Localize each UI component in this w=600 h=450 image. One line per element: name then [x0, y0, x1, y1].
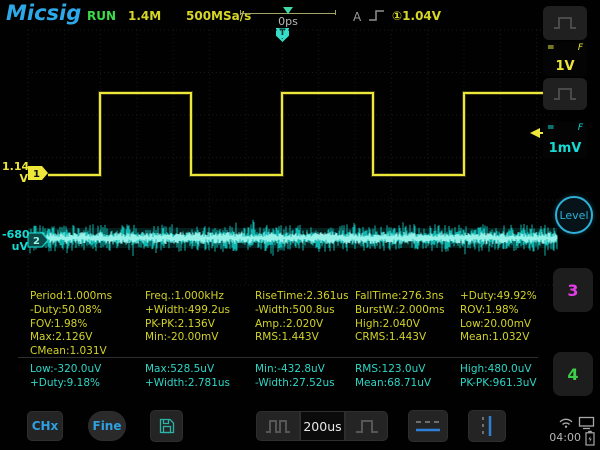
ch1-offset-label: 1.14 V: [2, 161, 28, 185]
oscilloscope-screen: Micsig RUN 1.4M 500MSa/s 0ps T A ①1.04V …: [0, 0, 600, 450]
meas-item: Max:528.5uV: [145, 363, 255, 377]
meas-item: PK-PK:961.3uV: [460, 377, 545, 391]
battery-icon: [585, 430, 595, 446]
channel-4-button[interactable]: 4: [553, 352, 593, 396]
save-button[interactable]: [150, 410, 183, 442]
run-status[interactable]: RUN: [87, 9, 116, 23]
ch1-measurements: Period:1.000ms -Duty:50.08% FOV:1.98% Ma…: [0, 290, 545, 359]
meas-col: Freq.:1.000kHz +Width:499.2us PK-PK:2.13…: [145, 290, 255, 359]
meas-item: -Duty:50.08%: [30, 304, 145, 318]
clock: 04:00: [549, 431, 581, 444]
meas-item: RMS:1.443V: [255, 331, 355, 345]
meas-item: High:2.040V: [355, 318, 460, 332]
meas-col: Period:1.000ms -Duty:50.08% FOV:1.98% Ma…: [30, 290, 145, 359]
ch1-scale-button[interactable]: = F 1V: [543, 42, 587, 76]
timebase-zoom-out-button[interactable]: [256, 411, 300, 441]
meas-item: BurstW.:2.000ms: [355, 304, 460, 318]
chx-button[interactable]: CHx: [27, 411, 63, 441]
meas-item: Freq.:1.000kHz: [145, 290, 255, 304]
meas-item: Low:-320.0uV: [30, 363, 145, 377]
status-cluster: 04:00: [505, 415, 595, 445]
meas-item: +Duty:49.92%: [460, 290, 545, 304]
svg-text:1: 1: [33, 169, 40, 180]
meas-item: PK-PK:2.136V: [145, 318, 255, 332]
meas-col: FallTime:276.3ns BurstW.:2.000ms High:2.…: [355, 290, 460, 359]
timebase-value-button[interactable]: 200us: [300, 411, 345, 441]
meas-item: -Width:500.8us: [255, 304, 355, 318]
trigger-level-button[interactable]: Level: [555, 196, 593, 234]
meas-item: Min:-432.8uV: [255, 363, 355, 377]
meas-col: RiseTime:2.361us -Width:500.8us Amp.:2.0…: [255, 290, 355, 359]
ch2-wave-type-button[interactable]: [543, 78, 587, 110]
status-row-top: [505, 415, 595, 430]
save-icon: [158, 417, 176, 435]
meas-item: Mean:68.71uV: [355, 377, 460, 391]
wifi-icon: [558, 417, 574, 428]
meas-item: Min:-20.00mV: [145, 331, 255, 345]
meas-col: +Duty:49.92% ROV:1.98% Low:20.00mV Mean:…: [460, 290, 545, 359]
ch2-scale-button[interactable]: = F 1mV: [543, 122, 587, 158]
fine-adjust-button[interactable]: Fine: [88, 411, 126, 441]
status-row-bottom: 04:00: [505, 430, 595, 445]
rising-edge-icon: [368, 8, 386, 22]
single-pulse-icon: [354, 414, 380, 438]
meas-item: ROV:1.98%: [460, 304, 545, 318]
ch2-measurements: Low:-320.0uV +Duty:9.18% Max:528.5uV +Wi…: [0, 363, 545, 391]
meas-item: High:480.0uV: [460, 363, 545, 377]
meas-item: Max:2.126V: [30, 331, 145, 345]
screen-cast-icon: [578, 416, 595, 430]
ch1-offset-unit: V: [2, 173, 28, 185]
meas-item: +Duty:9.18%: [30, 377, 145, 391]
meas-col: High:480.0uV PK-PK:961.3uV: [460, 363, 545, 391]
ch2-coupling-mark: =: [547, 123, 555, 133]
channel-3-button[interactable]: 3: [553, 268, 593, 312]
ch2-offset-label: -680 uV: [2, 229, 28, 253]
ch1-wave-type-button[interactable]: [543, 6, 587, 40]
vertical-cursor-icon: [474, 414, 500, 438]
ch2-bandwidth-mark: F: [578, 123, 583, 133]
waveform-display[interactable]: 1 2: [0, 28, 600, 286]
meas-col: Low:-320.0uV +Duty:9.18%: [30, 363, 145, 391]
ch1-scale-value: 1V: [543, 59, 587, 74]
horizontal-cursor-icon: [414, 415, 442, 437]
meas-col: Max:528.5uV +Width:2.781us: [145, 363, 255, 391]
meas-item: +Width:499.2us: [145, 304, 255, 318]
ch1-marker[interactable]: 1: [28, 166, 48, 180]
meas-item: RiseTime:2.361us: [255, 290, 355, 304]
meas-col: RMS:123.0uV Mean:68.71uV: [355, 363, 460, 391]
meas-item: Mean:1.032V: [460, 331, 545, 345]
meas-item: Amp.:2.020V: [255, 318, 355, 332]
measurements-divider: [18, 357, 538, 358]
pulse-icon: [552, 12, 578, 34]
micsig-logo: Micsig: [6, 1, 81, 25]
pulse-icon: [552, 83, 578, 105]
double-pulse-icon: [264, 414, 292, 438]
svg-text:2: 2: [33, 236, 40, 247]
horizontal-cursor-button[interactable]: [408, 410, 448, 442]
meas-item: Period:1.000ms: [30, 290, 145, 304]
meas-item: RMS:123.0uV: [355, 363, 460, 377]
trigger-delay-value: 0ps: [240, 15, 336, 28]
ch2-scale-value: 1mV: [543, 141, 587, 156]
meas-item: CRMS:1.443V: [355, 331, 460, 345]
slider-handle-icon[interactable]: [283, 7, 293, 14]
memory-depth: 1.4M: [128, 9, 161, 23]
meas-col: Min:-432.8uV -Width:27.52us: [255, 363, 355, 391]
ch1-bandwidth-mark: F: [578, 43, 583, 53]
meas-item: FOV:1.98%: [30, 318, 145, 332]
meas-item: Low:20.00mV: [460, 318, 545, 332]
trigger-source: A: [353, 10, 361, 24]
meas-item: +Width:2.781us: [145, 377, 255, 391]
ch2-offset-unit: uV: [2, 241, 28, 253]
meas-item: -Width:27.52us: [255, 377, 355, 391]
trigger-level-value: ①1.04V: [392, 9, 441, 23]
vertical-cursor-button[interactable]: [468, 410, 506, 442]
meas-item: FallTime:276.3ns: [355, 290, 460, 304]
ch1-coupling-mark: =: [547, 43, 555, 53]
timebase-zoom-in-button[interactable]: [345, 411, 388, 441]
